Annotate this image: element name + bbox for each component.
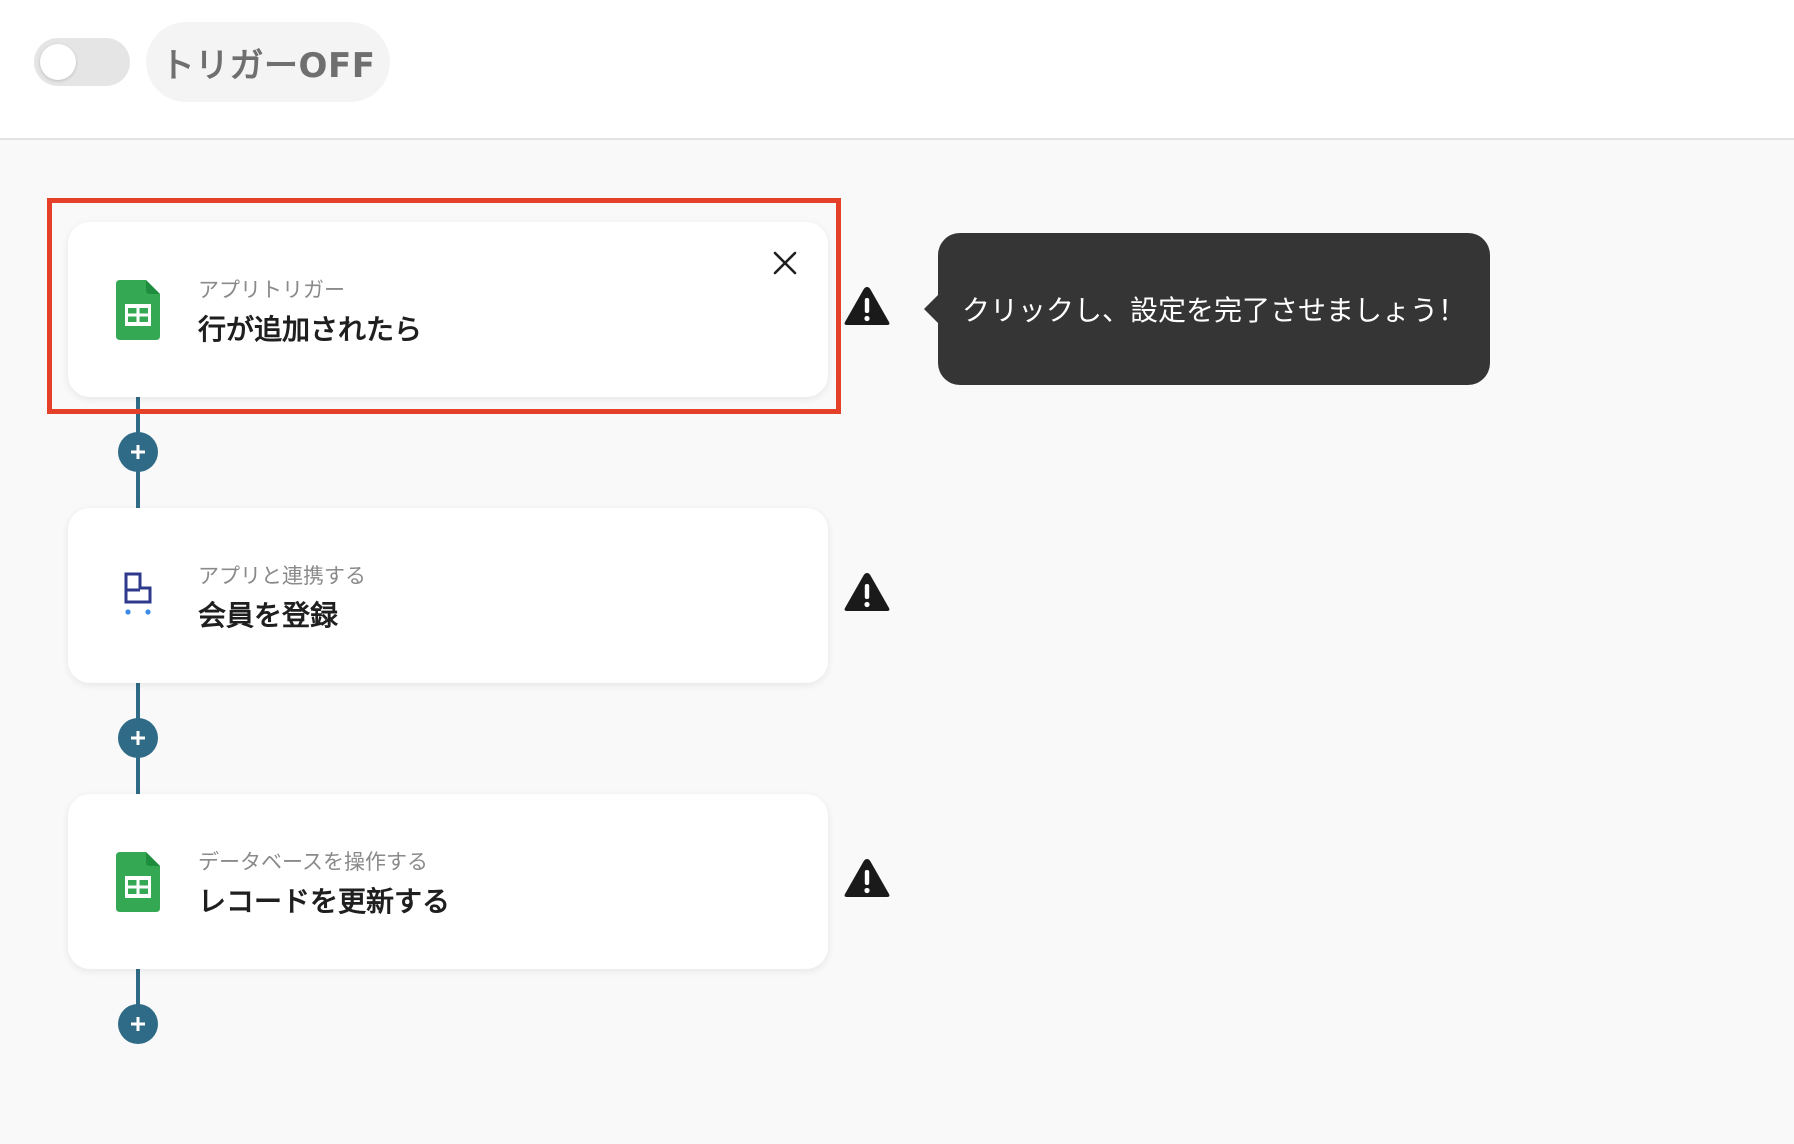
warning-icon[interactable] [843,856,891,900]
google-sheets-icon [116,280,160,340]
warning-icon[interactable] [843,570,891,614]
top-bar: トリガーOFF [0,0,1794,140]
flow-step-card-action[interactable]: アプリと連携する 会員を登録 [68,508,828,683]
flow-step-card-trigger[interactable]: アプリトリガー 行が追加されたら [68,222,828,397]
step-title: 会員を登録 [198,599,339,632]
step-subtitle: アプリトリガー [198,278,345,302]
add-step-button[interactable] [118,718,158,758]
plus-icon [131,1017,145,1031]
google-sheets-icon [116,852,160,912]
step-title: レコードを更新する [198,885,451,918]
plus-icon [131,445,145,459]
tooltip-text: クリックし、設定を完了させましょう！ [962,294,1467,327]
trigger-toggle[interactable] [34,38,130,86]
member-app-icon [124,572,152,615]
close-icon[interactable] [768,246,802,280]
trigger-status-label: トリガーOFF [146,22,390,102]
flow-step-card-database[interactable]: データベースを操作する レコードを更新する [68,794,828,969]
guide-tooltip: クリックし、設定を完了させましょう！ [924,233,1490,385]
toggle-knob [40,44,76,80]
plus-icon [131,731,145,745]
warning-icon[interactable] [843,284,891,328]
add-step-button[interactable] [118,1004,158,1044]
add-step-button[interactable] [118,432,158,472]
step-title: 行が追加されたら [198,313,423,346]
step-subtitle: アプリと連携する [198,564,366,588]
step-subtitle: データベースを操作する [198,850,428,874]
